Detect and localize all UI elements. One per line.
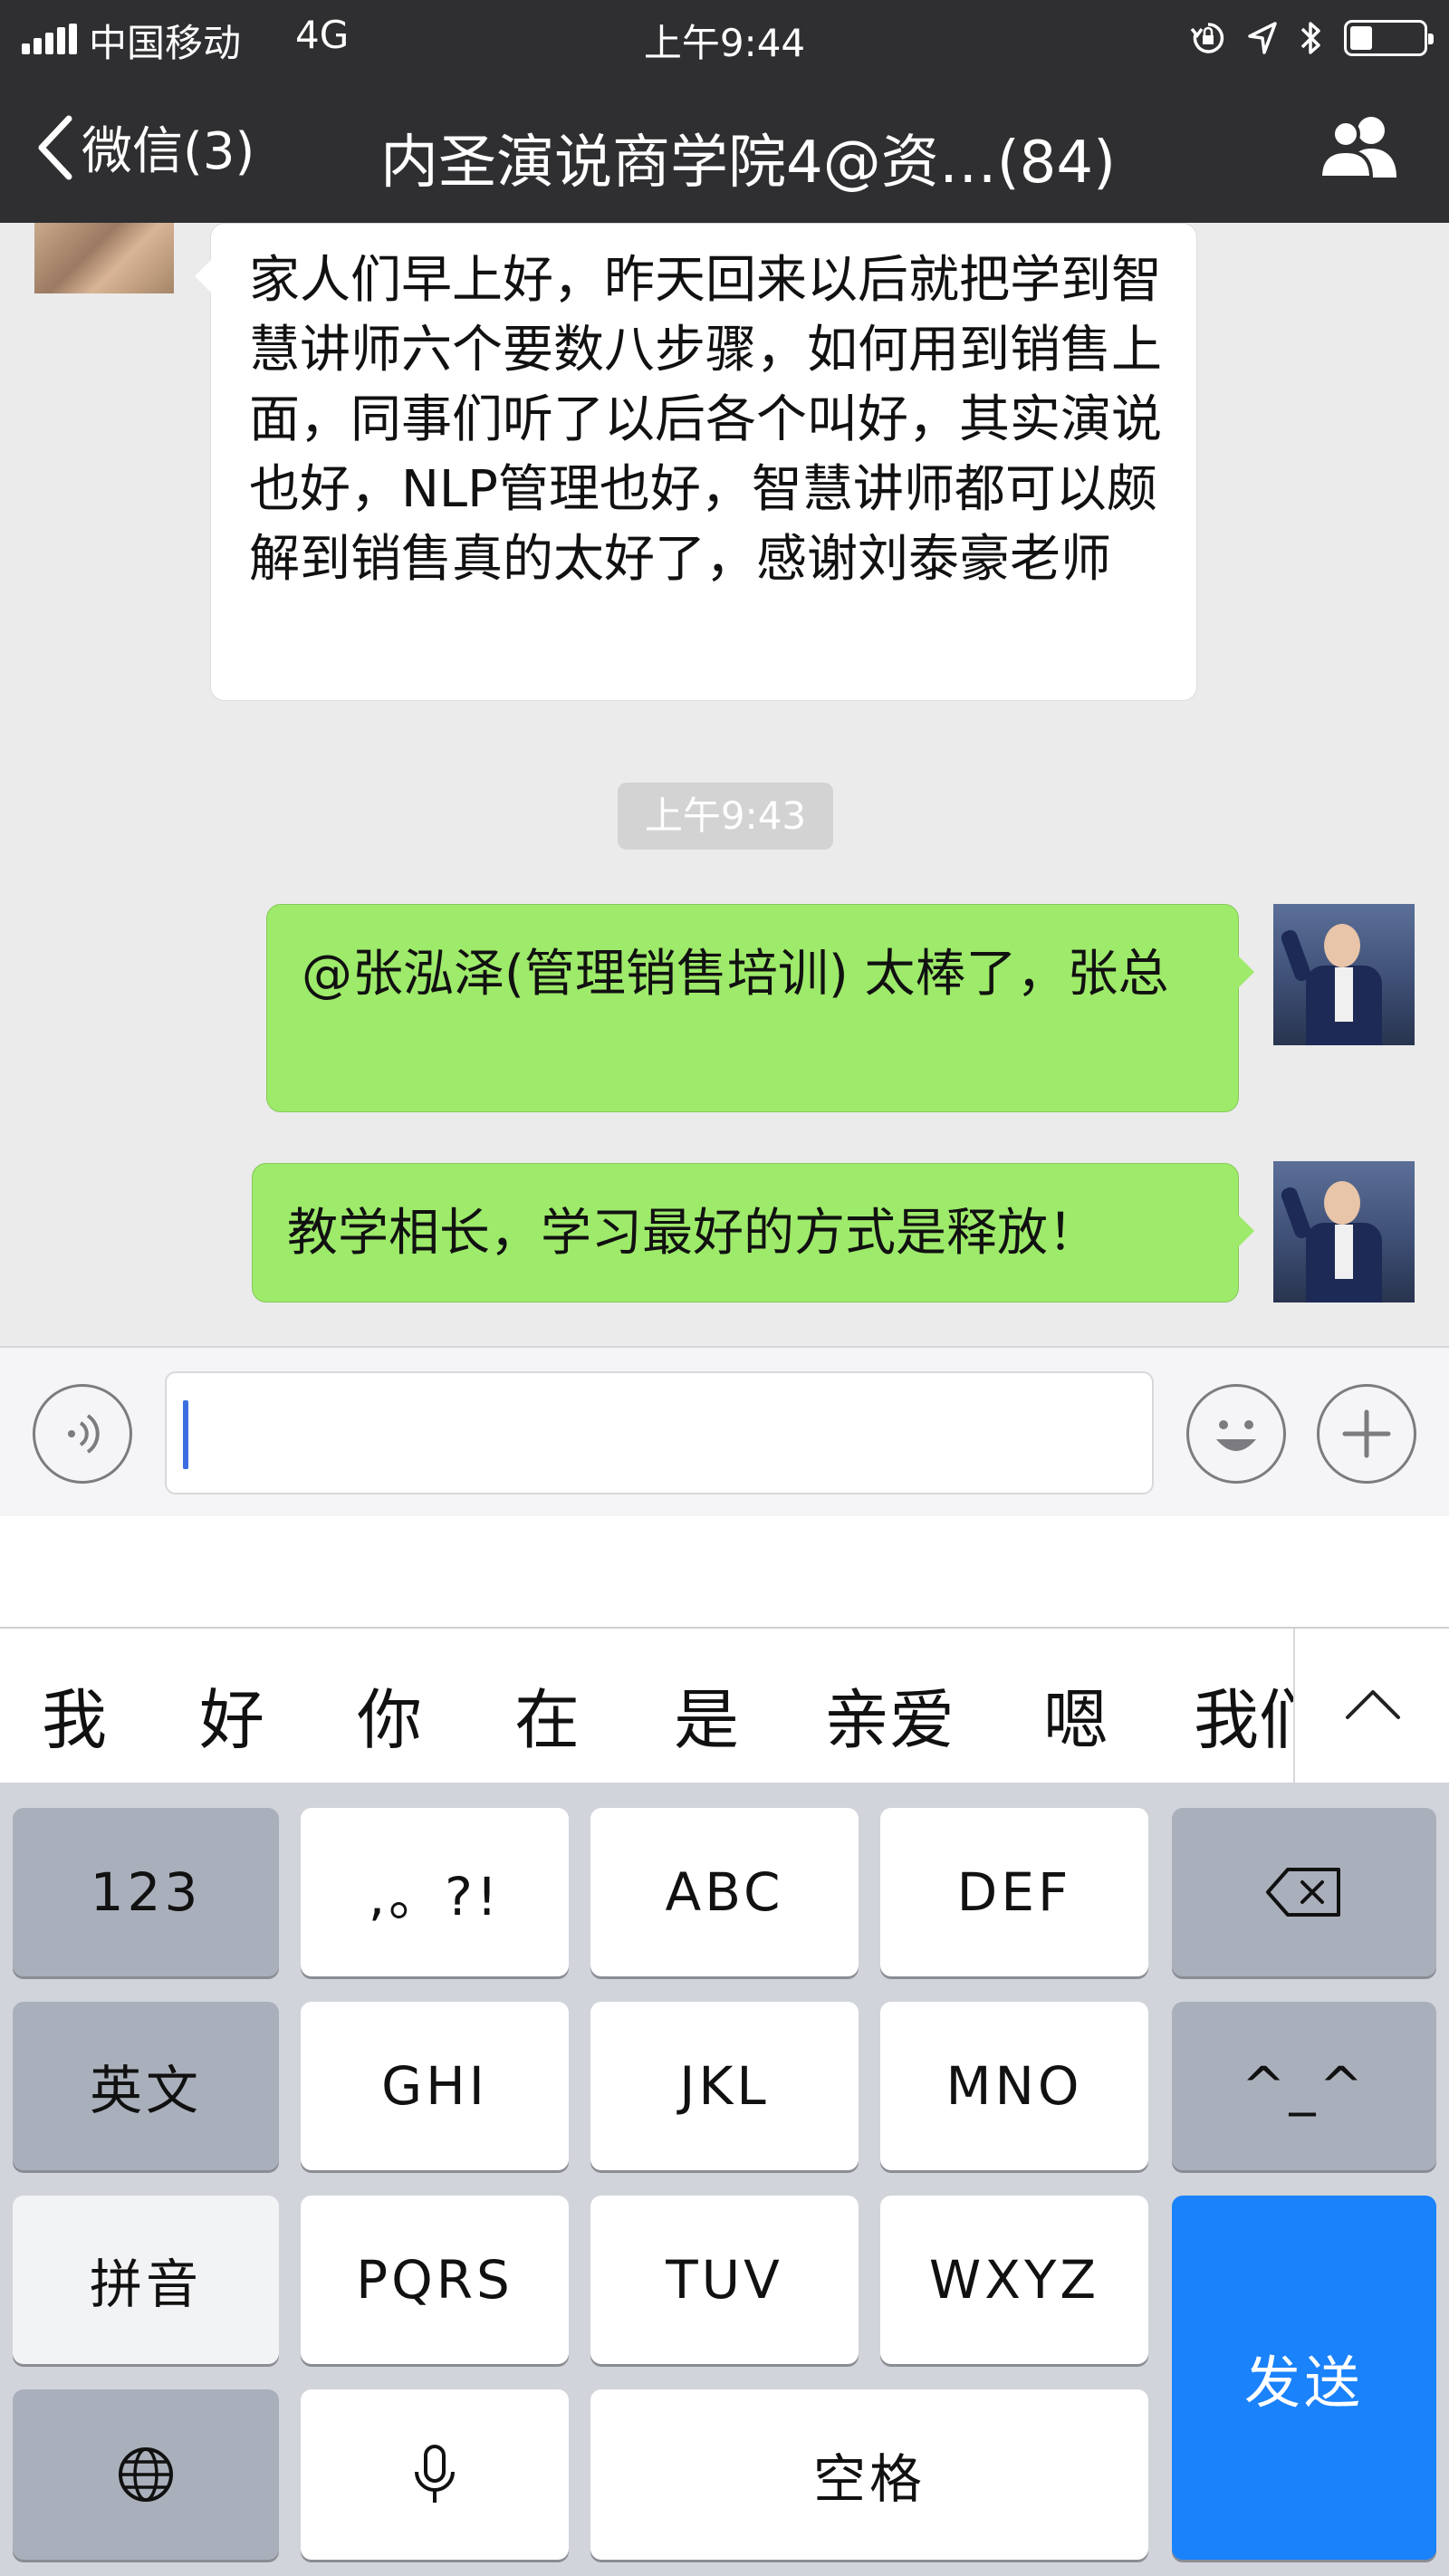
emoji-button[interactable] [1186,1384,1286,1484]
key-english[interactable]: 英文 [13,2002,279,2170]
key-wxyz[interactable]: WXYZ [880,2196,1148,2364]
candidate-word[interactable]: 嗯 [1043,1667,1108,1762]
key-numbers[interactable]: 123 [13,1808,279,1976]
candidate-word[interactable]: 亲爱 [824,1667,955,1762]
key-jkl[interactable]: JKL [590,2002,859,2170]
group-members-icon[interactable] [1315,112,1402,181]
key-pinyin[interactable]: 拼音 [13,2196,279,2364]
status-bar: 中国移动 4G 上午9:44 [0,0,1449,74]
outgoing-message-bubble[interactable]: @张泓泽(管理销售培训) 太棒了，张总 [266,904,1254,1112]
chevron-up-icon [1346,1690,1400,1719]
status-icons [1190,13,1434,63]
voice-input-button[interactable] [33,1384,132,1484]
candidate-word[interactable]: 好 [199,1667,264,1762]
back-label: 微信(3) [82,122,255,181]
chat-header: 微信(3) 内圣演说商学院4@资…(84) [0,74,1449,223]
chevron-left-icon [38,115,72,179]
voice-input-icon [68,1414,100,1454]
message-text: 教学相长，学习最好的方式是释放！ [287,1204,1099,1263]
sender-avatar[interactable] [34,223,174,293]
key-space[interactable]: 空格 [590,2389,1148,2560]
outgoing-message-bubble[interactable]: 教学相长，学习最好的方式是释放！ [252,1163,1254,1302]
my-avatar[interactable] [1273,904,1415,1045]
candidate-word[interactable]: 是 [674,1667,739,1762]
message-timestamp: 上午9:43 [618,783,833,850]
emoji-icon [1216,1420,1256,1451]
ime-candidate-bar: 我 好 你 在 是 亲爱 嗯 我们 [0,1629,1449,1783]
composer-bar [0,1346,1449,1516]
keyboard: 123 ,。?! ABC DEF 英文 GHI JKL MNO ^_^ 拼音 P… [0,1783,1449,2576]
send-button[interactable]: 发送 [1172,2196,1436,2560]
candidate-word[interactable]: 我 [42,1667,107,1762]
my-avatar[interactable] [1273,1161,1415,1302]
message-input-field[interactable] [194,1391,1136,1478]
message-list[interactable]: 家人们早上好，昨天回来以后就把学到智慧讲师六个要数八步骤，如何用到销售上面，同事… [0,223,1449,1346]
candidate-word[interactable]: 在 [514,1667,580,1762]
key-backspace[interactable] [1172,1808,1436,1976]
bluetooth-icon [1300,22,1320,54]
key-tuv[interactable]: TUV [590,2196,859,2364]
backspace-icon [1266,1868,1340,1917]
key-emoticon[interactable]: ^_^ [1172,2002,1436,2170]
key-mno[interactable]: MNO [880,2002,1148,2170]
composer-spacer [0,1516,1449,1629]
plus-icon [1342,1409,1391,1458]
back-button[interactable]: 微信(3) [33,111,254,184]
key-abc[interactable]: ABC [590,1808,859,1976]
key-globe[interactable] [13,2389,279,2560]
expand-candidates-button[interactable] [1293,1629,1449,1783]
key-def[interactable]: DEF [880,1808,1148,1976]
message-input[interactable] [165,1371,1154,1495]
incoming-message-bubble[interactable]: 家人们早上好，昨天回来以后就把学到智慧讲师六个要数八步骤，如何用到销售上面，同事… [195,223,1197,701]
message-text: 家人们早上好，昨天回来以后就把学到智慧讲师六个要数八步骤，如何用到销售上面，同事… [249,251,1162,589]
globe-icon [119,2447,173,2502]
key-punctuation[interactable]: ,。?! [301,1808,569,1976]
key-dictation[interactable] [301,2389,569,2560]
candidate-word[interactable]: 你 [357,1667,422,1762]
location-arrow-icon [1248,22,1277,54]
chat-title: 内圣演说商学院4@资…(84) [380,130,1117,197]
text-caret [183,1400,188,1469]
more-options-button[interactable] [1317,1384,1416,1484]
microphone-icon [415,2445,455,2503]
candidate-word[interactable]: 我们 [1194,1667,1293,1762]
battery-icon [1344,20,1434,56]
key-pqrs[interactable]: PQRS [301,2196,569,2364]
message-text: @张泓泽(管理销售培训) 太棒了，张总 [302,945,1169,1004]
rotation-lock-icon [1190,23,1224,53]
key-ghi[interactable]: GHI [301,2002,569,2170]
